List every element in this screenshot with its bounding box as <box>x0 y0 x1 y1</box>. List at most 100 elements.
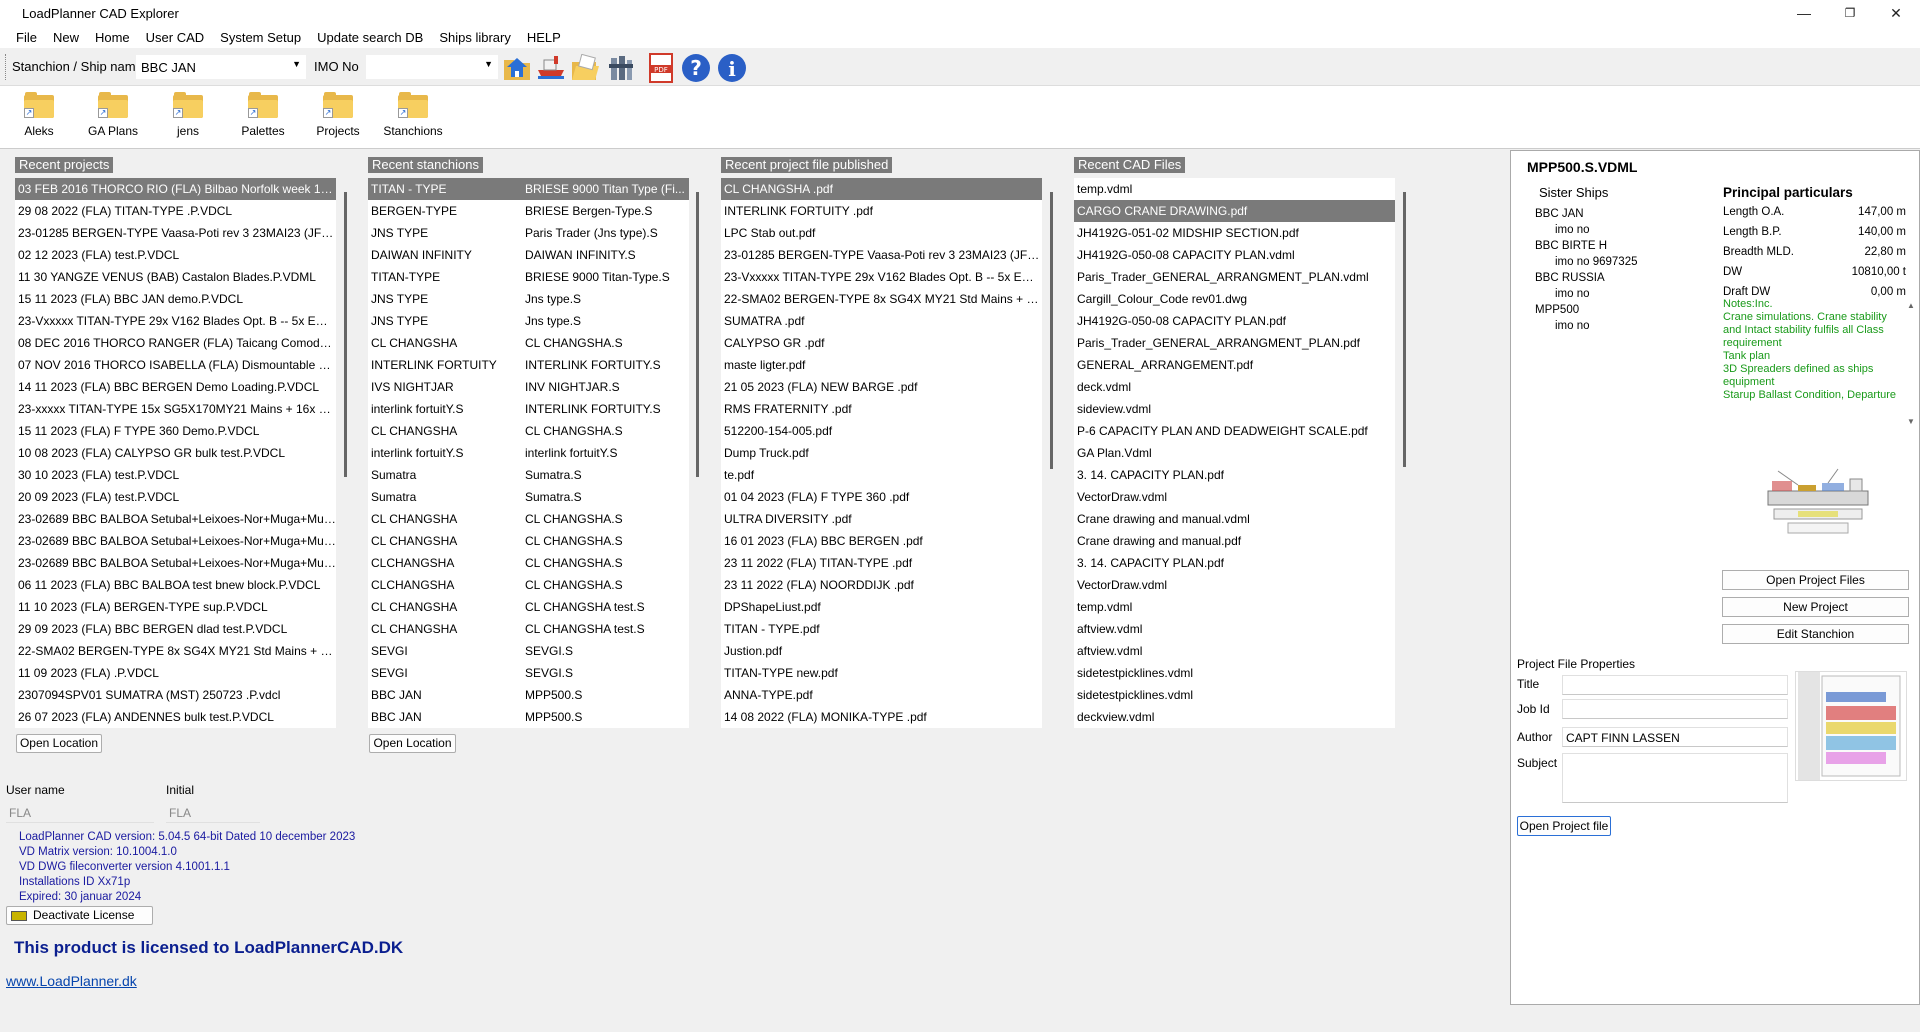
author-field[interactable]: CAPT FINN LASSEN <box>1562 727 1788 747</box>
published-row[interactable]: CL CHANGSHA .pdf <box>721 178 1042 200</box>
website-link[interactable]: www.LoadPlanner.dk <box>6 973 137 989</box>
stanchion-combo[interactable]: BBC JAN ▼ <box>136 55 306 79</box>
project-row[interactable]: 11 30 YANGZE VENUS (BAB) Castalon Blades… <box>15 266 336 288</box>
cad-file-row[interactable]: Crane drawing and manual.vdml <box>1074 508 1395 530</box>
stanchion-row[interactable]: DAIWAN INFINITY DAIWAN INFINITY.S <box>368 244 689 266</box>
cad-file-row[interactable]: 3. 14. CAPACITY PLAN.pdf <box>1074 464 1395 486</box>
project-row[interactable]: 26 07 2023 (FLA) ANDENNES bulk test.P.VD… <box>15 706 336 728</box>
project-row[interactable]: 15 11 2023 (FLA) F TYPE 360 Demo.P.VDCL <box>15 420 336 442</box>
project-row[interactable]: 07 NOV 2016 THORCO ISABELLA (FLA) Dismou… <box>15 354 336 376</box>
open-project-file-button[interactable]: Open Project file <box>1517 816 1611 836</box>
published-row[interactable]: 22-SMA02 BERGEN-TYPE 8x SG4X MY21 Std Ma… <box>721 288 1042 310</box>
stanchion-row[interactable]: IVS NIGHTJAR INV NIGHTJAR.S <box>368 376 689 398</box>
maximize-button[interactable]: ❐ <box>1830 0 1870 26</box>
projects-scrollbar[interactable] <box>344 192 347 477</box>
username-field[interactable]: FLA <box>6 803 154 823</box>
imo-combo[interactable]: ▼ <box>366 55 498 79</box>
project-row[interactable]: 22-SMA02 BERGEN-TYPE 8x SG4X MY21 Std Ma… <box>15 640 336 662</box>
published-row[interactable]: TITAN - TYPE.pdf <box>721 618 1042 640</box>
published-row[interactable]: RMS FRATERNITY .pdf <box>721 398 1042 420</box>
sister-ship-imo[interactable]: imo no <box>1521 286 1637 302</box>
sister-ship-imo[interactable]: imo no 9697325 <box>1521 254 1637 270</box>
project-row[interactable]: 23-02689 BBC BALBOA Setubal+Leixoes-Nor+… <box>15 508 336 530</box>
published-row[interactable]: LPC Stab out.pdf <box>721 222 1042 244</box>
project-row[interactable]: 29 09 2023 (FLA) BBC BERGEN dlad test.P.… <box>15 618 336 640</box>
sister-ship-imo[interactable]: imo no <box>1521 318 1637 334</box>
cad-file-row[interactable]: VectorDraw.vdml <box>1074 574 1395 596</box>
project-row[interactable]: 2307094SPV01 SUMATRA (MST) 250723 .P.vdc… <box>15 684 336 706</box>
stanchion-row[interactable]: CL CHANGSHA CL CHANGSHA.S <box>368 530 689 552</box>
project-row[interactable]: 23-Vxxxxx TITAN-TYPE 29x V162 Blades Opt… <box>15 310 336 332</box>
open-location-projects-button[interactable]: Open Location <box>16 734 102 753</box>
published-row[interactable]: 16 01 2023 (FLA) BBC BERGEN .pdf <box>721 530 1042 552</box>
cad-file-row[interactable]: Crane drawing and manual.pdf <box>1074 530 1395 552</box>
shortcut-aleks[interactable]: ↗ Aleks <box>4 92 74 138</box>
cad-file-row[interactable]: temp.vdml <box>1074 178 1395 200</box>
stanchion-row[interactable]: BERGEN-TYPE BRIESE Bergen-Type.S <box>368 200 689 222</box>
published-row[interactable]: INTERLINK FORTUITY .pdf <box>721 200 1042 222</box>
stanchion-row[interactable]: TITAN - TYPE BRIESE 9000 Titan Type (Fi..… <box>368 178 689 200</box>
stanchion-row[interactable]: JNS TYPE Paris Trader (Jns type).S <box>368 222 689 244</box>
sister-ship-node[interactable]: MPP500 <box>1521 302 1637 318</box>
stanchion-row[interactable]: Sumatra Sumatra.S <box>368 464 689 486</box>
cad-file-row[interactable]: deck.vdml <box>1074 376 1395 398</box>
published-row[interactable]: 23-Vxxxxx TITAN-TYPE 29x V162 Blades Opt… <box>721 266 1042 288</box>
stanchion-row[interactable]: JNS TYPE Jns type.S <box>368 310 689 332</box>
project-row[interactable]: 14 11 2023 (FLA) BBC BERGEN Demo Loading… <box>15 376 336 398</box>
stanchion-row[interactable]: SEVGI SEVGI.S <box>368 662 689 684</box>
sister-ship-node[interactable]: BBC RUSSIA <box>1521 270 1637 286</box>
published-row[interactable]: te.pdf <box>721 464 1042 486</box>
shortcut-palettes[interactable]: ↗ Palettes <box>228 92 298 138</box>
cad-file-row[interactable]: sidetestpicklines.vdml <box>1074 662 1395 684</box>
cad-file-row[interactable]: GA Plan.Vdml <box>1074 442 1395 464</box>
stanchion-row[interactable]: CLCHANGSHA CL CHANGSHA.S <box>368 552 689 574</box>
shortcut-jens[interactable]: ↗ jens <box>153 92 223 138</box>
info-icon[interactable]: i <box>717 53 747 83</box>
menu-new[interactable]: New <box>45 30 87 45</box>
project-row[interactable]: 30 10 2023 (FLA) test.P.VDCL <box>15 464 336 486</box>
published-row[interactable]: ULTRA DIVERSITY .pdf <box>721 508 1042 530</box>
stanchion-row[interactable]: Sumatra Sumatra.S <box>368 486 689 508</box>
published-row[interactable]: 23 11 2022 (FLA) NOORDDIJK .pdf <box>721 574 1042 596</box>
stanchion-row[interactable]: interlink fortuitY.S INTERLINK FORTUITY.S <box>368 398 689 420</box>
tools-icon[interactable] <box>606 53 636 83</box>
menu-update-search-db[interactable]: Update search DB <box>309 30 431 45</box>
home-folder-icon[interactable] <box>502 53 532 83</box>
close-button[interactable]: ✕ <box>1876 0 1916 26</box>
stanchion-row[interactable]: CL CHANGSHA CL CHANGSHA.S <box>368 332 689 354</box>
open-folder-icon[interactable] <box>570 53 600 83</box>
recent-stanchions-list[interactable]: TITAN - TYPE BRIESE 9000 Titan Type (Fi..… <box>368 178 689 728</box>
project-row[interactable]: 02 12 2023 (FLA) test.P.VDCL <box>15 244 336 266</box>
cad-file-row[interactable]: P-6 CAPACITY PLAN AND DEADWEIGHT SCALE.p… <box>1074 420 1395 442</box>
stanchion-row[interactable]: INTERLINK FORTUITY INTERLINK FORTUITY.S <box>368 354 689 376</box>
cad-scrollbar[interactable] <box>1403 192 1406 467</box>
open-location-stanchions-button[interactable]: Open Location <box>369 734 456 753</box>
project-row[interactable]: 11 10 2023 (FLA) BERGEN-TYPE sup.P.VDCL <box>15 596 336 618</box>
published-row[interactable]: 01 04 2023 (FLA) F TYPE 360 .pdf <box>721 486 1042 508</box>
project-row[interactable]: 23-01285 BERGEN-TYPE Vaasa-Poti rev 3 23… <box>15 222 336 244</box>
cad-file-row[interactable]: Cargill_Colour_Code rev01.dwg <box>1074 288 1395 310</box>
toolbar-grip[interactable] <box>5 54 8 80</box>
published-row[interactable]: 23 11 2022 (FLA) TITAN-TYPE .pdf <box>721 552 1042 574</box>
project-row[interactable]: 29 08 2022 (FLA) TITAN-TYPE .P.VDCL <box>15 200 336 222</box>
menu-system-setup[interactable]: System Setup <box>212 30 309 45</box>
published-row[interactable]: DPShapeLiust.pdf <box>721 596 1042 618</box>
cad-file-row[interactable]: Paris_Trader_GENERAL_ARRANGMENT_PLAN.pdf <box>1074 332 1395 354</box>
cad-file-row[interactable]: GENERAL_ARRANGEMENT.pdf <box>1074 354 1395 376</box>
published-row[interactable]: ANNA-TYPE.pdf <box>721 684 1042 706</box>
cad-file-row[interactable]: VectorDraw.vdml <box>1074 486 1395 508</box>
menu-home[interactable]: Home <box>87 30 138 45</box>
cad-file-row[interactable]: Paris_Trader_GENERAL_ARRANGMENT_PLAN.vdm… <box>1074 266 1395 288</box>
cad-file-row[interactable]: JH4192G-050-08 CAPACITY PLAN.pdf <box>1074 310 1395 332</box>
stanchions-scrollbar[interactable] <box>696 192 699 477</box>
recent-published-list[interactable]: CL CHANGSHA .pdf INTERLINK FORTUITY .pdf L… <box>721 178 1042 728</box>
project-row[interactable]: 11 09 2023 (FLA) .P.VDCL <box>15 662 336 684</box>
published-row[interactable]: maste ligter.pdf <box>721 354 1042 376</box>
shortcut-stanchions[interactable]: ↗ Stanchions <box>378 92 448 138</box>
project-row[interactable]: 10 08 2023 (FLA) CALYPSO GR bulk test.P.… <box>15 442 336 464</box>
published-row[interactable]: TITAN-TYPE new.pdf <box>721 662 1042 684</box>
published-row[interactable]: Justion.pdf <box>721 640 1042 662</box>
stanchion-row[interactable]: interlink fortuitY.S interlink fortuitY.S <box>368 442 689 464</box>
recent-cad-list[interactable]: temp.vdml CARGO CRANE DRAWING.pdf JH4192G-… <box>1074 178 1395 728</box>
jobid-field[interactable] <box>1562 699 1788 719</box>
